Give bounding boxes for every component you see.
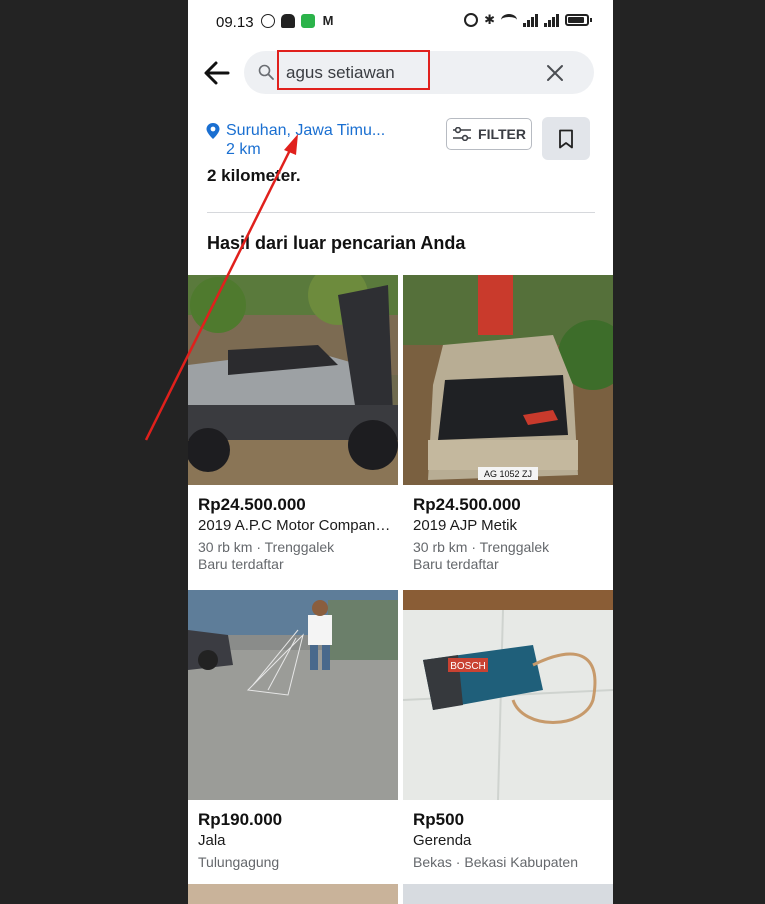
listing-card-partial[interactable]	[403, 884, 613, 904]
brand-label: BOSCH	[450, 661, 486, 672]
sliders-icon	[453, 127, 472, 141]
listing-title: Jala	[198, 832, 226, 849]
battery-icon	[565, 14, 592, 26]
whatsapp-icon	[261, 14, 275, 28]
search-input[interactable]: agus setiawan	[244, 51, 594, 94]
listing-price: Rp500	[413, 810, 465, 829]
listing-card-partial[interactable]	[188, 884, 398, 904]
marketplace-screen: 09.13 M ✱ agus setiawan Suruhan, Jawa Ti…	[188, 0, 613, 904]
search-icon	[258, 64, 274, 80]
chat-app-icon	[301, 14, 315, 28]
alarm-icon	[464, 13, 479, 27]
listing-card[interactable]: Rp190.000 Jala Tulungagung	[188, 590, 398, 870]
location-pin-icon[interactable]	[205, 122, 221, 140]
listing-price: Rp24.500.000	[198, 495, 306, 514]
listing-photo-scooter	[188, 275, 398, 485]
filter-button[interactable]: FILTER	[446, 118, 532, 150]
status-time: 09.13	[216, 14, 254, 31]
location-selector[interactable]: Suruhan, Jawa Timu... 2 km	[226, 121, 385, 159]
back-arrow-icon[interactable]	[202, 58, 232, 88]
listing-price: Rp190.000	[198, 810, 283, 829]
listing-title: Gerenda	[413, 832, 472, 849]
listing-price: Rp24.500.000	[413, 495, 521, 514]
license-plate: AG 1052 ZJ	[484, 469, 532, 479]
search-query: agus setiawan	[286, 63, 395, 82]
location-name: Suruhan, Jawa Timu...	[226, 122, 386, 139]
listing-meta: Bekas · Bekasi Kabupaten	[413, 854, 578, 870]
listing-photo-grinder: BOSCH	[403, 590, 613, 800]
listing-photo-net	[188, 590, 398, 800]
clipped-radius-text: 2 kilometer.	[207, 166, 301, 185]
listing-card[interactable]: AG 1052 ZJ Rp24.500.000 2019 AJP Metik 3…	[403, 275, 613, 572]
listing-photo-car: AG 1052 ZJ	[403, 275, 613, 485]
section-title: Hasil dari luar pencarian Anda	[207, 233, 466, 253]
listing-status: Baru terdaftar	[198, 556, 284, 572]
wifi-icon	[501, 14, 517, 26]
location-radius: 2 km	[226, 141, 261, 158]
listing-meta: 30 rb km · Trenggalek	[413, 539, 550, 555]
divider	[207, 212, 595, 213]
saved-button[interactable]	[542, 117, 590, 160]
gmail-icon: M	[322, 13, 334, 28]
bookmark-icon	[559, 129, 573, 149]
bluetooth-icon: ✱	[484, 12, 495, 27]
listing-meta: Tulungagung	[198, 854, 280, 870]
signal-icon	[523, 13, 538, 27]
listing-status: Baru terdaftar	[413, 556, 499, 572]
listing-card[interactable]: BOSCH Rp500 Gerenda Bekas · Bekasi Kabup…	[403, 590, 613, 870]
listing-title: 2019 A.P.C Motor Company...	[198, 517, 394, 534]
listing-meta: 30 rb km · Trenggalek	[198, 539, 335, 555]
listing-title: 2019 AJP Metik	[413, 517, 517, 534]
filter-label: FILTER	[478, 126, 526, 142]
signal-icon-2	[544, 13, 559, 27]
status-bar: 09.13 M ✱	[188, 0, 613, 44]
clear-icon[interactable]	[546, 64, 564, 82]
listing-card[interactable]: Rp24.500.000 2019 A.P.C Motor Company...…	[188, 275, 398, 572]
android-icon	[281, 14, 295, 28]
